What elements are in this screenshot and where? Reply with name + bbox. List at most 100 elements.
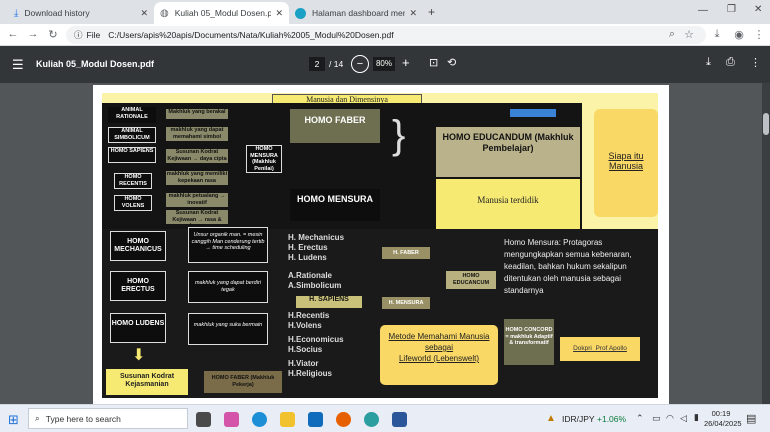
- address-scheme: File: [86, 30, 101, 40]
- windows-start-icon[interactable]: ⊞: [8, 412, 19, 428]
- tab-download-history[interactable]: ⤓ Download history ✕: [8, 2, 154, 24]
- fit-page-icon[interactable]: ⊡: [429, 56, 438, 69]
- mechanicus-note: Unsur organik man. = mesin canggih Man c…: [188, 227, 268, 263]
- scrollbar[interactable]: [762, 83, 770, 404]
- pdf-title: Kuliah 05_Modul Dosen.pdf: [36, 59, 155, 69]
- list-item: H.Religious: [288, 369, 333, 378]
- zoom-in-button[interactable]: +: [402, 55, 410, 70]
- close-icon[interactable]: ✕: [409, 8, 417, 19]
- metode-text: Metode Memahami Manusia sebagai: [388, 332, 490, 352]
- arrow-down-icon: ⬇: [132, 347, 146, 364]
- left-item: HOMO VOLENS: [114, 195, 152, 211]
- download-icon: ⤓: [14, 7, 19, 19]
- chrome-icon[interactable]: [364, 412, 379, 427]
- homo-mechanicus: HOMO MECHANICUS: [110, 231, 166, 261]
- list-item: H. Mechanicus: [288, 233, 345, 242]
- stocks-icon: ▲: [546, 413, 556, 424]
- homo-educancum: HOMO EDUCANCUM: [446, 271, 496, 289]
- lifeworld-text: Lifeworld (Lebenswelt): [398, 354, 480, 363]
- homo-ludens: HOMO LUDENS: [110, 313, 166, 343]
- homo-concord: HOMO CONCORD = makhluk Adaptif & transfo…: [504, 319, 554, 365]
- outlook-icon[interactable]: [308, 412, 323, 427]
- file-explorer-icon[interactable]: [280, 412, 295, 427]
- taskbar-search[interactable]: ⌕ Type here to search: [28, 408, 188, 429]
- faber-pekerja: HOMO FABER (Makhluk Pekerja): [204, 371, 282, 393]
- list-item: A.Rationale: [288, 271, 333, 280]
- more-options-icon[interactable]: ⋮: [750, 56, 761, 69]
- blue-bar: [510, 109, 556, 117]
- rotate-icon[interactable]: ⟲: [447, 56, 456, 69]
- address-url: C:/Users/apis%20apis/Documents/Nata/Kuli…: [108, 30, 394, 40]
- homo-faber-box: HOMO FABER: [290, 109, 380, 143]
- tab-pdf[interactable]: ◍ Kuliah 05_Modul Dosen.pdf ✕: [154, 2, 289, 24]
- type-list: H. Mechanicus H. Erectus H. Ludens: [288, 233, 372, 263]
- list-item: H. Erectus: [288, 243, 328, 252]
- star-icon[interactable]: ☆: [682, 28, 696, 41]
- wifi-icon[interactable]: ◠: [666, 413, 674, 424]
- tray-icon[interactable]: ▭: [652, 413, 661, 424]
- zoom-level[interactable]: 80%: [373, 57, 395, 71]
- type-list: A.Rationale A.Simbolicum: [288, 271, 372, 291]
- zoom-out-button[interactable]: −: [351, 55, 369, 73]
- search-icon: ⌕: [35, 413, 40, 423]
- note: Makhluk yang berakal: [166, 109, 228, 119]
- new-tab-button[interactable]: +: [428, 5, 435, 19]
- homo-mensura-box: HOMO MENSURA: [290, 189, 380, 221]
- tab-title: Kuliah 05_Modul Dosen.pdf: [174, 8, 272, 18]
- word-icon[interactable]: [392, 412, 407, 427]
- hamburger-menu-icon[interactable]: ☰: [12, 57, 24, 73]
- ticker-change: +1.06%: [597, 414, 627, 424]
- minimize-button[interactable]: —: [698, 5, 708, 16]
- address-bar[interactable]: ⓘ File C:/Users/apis%20apis/Documents/Na…: [66, 26, 706, 44]
- profile-icon[interactable]: ◉: [732, 28, 746, 41]
- task-view-icon[interactable]: [196, 412, 211, 427]
- clock[interactable]: 00:19 26/04/2025: [704, 409, 742, 429]
- list-item: H.Socius: [288, 345, 323, 354]
- close-icon[interactable]: ✕: [140, 8, 148, 19]
- left-item: HOMO SAPIENS: [108, 147, 156, 163]
- date: 26/04/2025: [704, 419, 742, 428]
- reload-icon[interactable]: ↻: [46, 28, 60, 41]
- manusia-terdidik: Manusia terdidik: [436, 179, 580, 229]
- copilot-icon[interactable]: [224, 412, 239, 427]
- close-window-button[interactable]: ✕: [754, 4, 762, 15]
- chevron-up-icon[interactable]: ⌃: [636, 413, 644, 424]
- h-mensura: H. MENSURA: [382, 297, 430, 309]
- volume-icon[interactable]: ◁: [680, 413, 687, 424]
- site-icon: [295, 7, 306, 19]
- menu-dots-icon[interactable]: ⋮: [752, 28, 766, 41]
- notification-icon[interactable]: ▤: [746, 412, 756, 425]
- close-icon[interactable]: ✕: [275, 8, 283, 19]
- page-number-input[interactable]: 2: [309, 57, 325, 71]
- firefox-icon[interactable]: [336, 412, 351, 427]
- left-item: ANIMAL SIMBOLICUM: [108, 127, 156, 143]
- dokpri-caption: Dokpri_Prof Apollo: [560, 337, 640, 361]
- left-item: HOMO RECENTIS: [114, 173, 152, 189]
- zoom-search-icon[interactable]: ⌕: [665, 28, 679, 41]
- homo-erectus: HOMO ERECTUS: [110, 271, 166, 301]
- forward-arrow-icon[interactable]: →: [26, 28, 40, 40]
- homo-educandum-box: HOMO EDUCANDUM (Makhluk Pembelajar): [436, 127, 580, 177]
- print-icon[interactable]: ⎙: [726, 56, 735, 69]
- ticker-name[interactable]: IDR/JPY: [562, 414, 595, 424]
- search-placeholder: Type here to search: [45, 413, 121, 424]
- tab-dashboard[interactable]: Halaman dashboard menulis - B ✕: [289, 2, 423, 24]
- left-item: ANIMAL RATIONALE: [108, 107, 156, 123]
- download-icon[interactable]: ⤓: [710, 28, 724, 41]
- battery-icon[interactable]: ▮: [694, 412, 699, 423]
- homo-mensura-small: HOMO MENSURA (Makhluk Penilai): [246, 145, 282, 173]
- info-icon: ⓘ: [74, 30, 83, 40]
- back-arrow-icon[interactable]: ←: [6, 28, 20, 40]
- note: makhluk yang dapat memahami simbol: [166, 127, 228, 141]
- edge-icon[interactable]: [252, 412, 267, 427]
- h-sapiens: H. SAPIENS: [296, 296, 362, 308]
- download-icon[interactable]: ⤓: [706, 56, 711, 69]
- maximize-button[interactable]: ❐: [727, 4, 736, 15]
- siapa-itu-manusia[interactable]: Siapa itu Manusia: [594, 109, 658, 217]
- kejasmanian: Susunan Kodrat Kejasmanian: [106, 369, 188, 395]
- note: makhluk yang memiliki kepekaan rasa: [166, 171, 228, 185]
- mensura-description: Homo Mensura: Protagoras mengungkapkan s…: [504, 238, 632, 295]
- pdf-toolbar: ☰ Kuliah 05_Modul Dosen.pdf 2 / 14 − 80%…: [0, 46, 770, 83]
- tab-strip: ⤓ Download history ✕ ◍ Kuliah 05_Modul D…: [0, 0, 770, 24]
- list-item: H. Ludens: [288, 253, 327, 262]
